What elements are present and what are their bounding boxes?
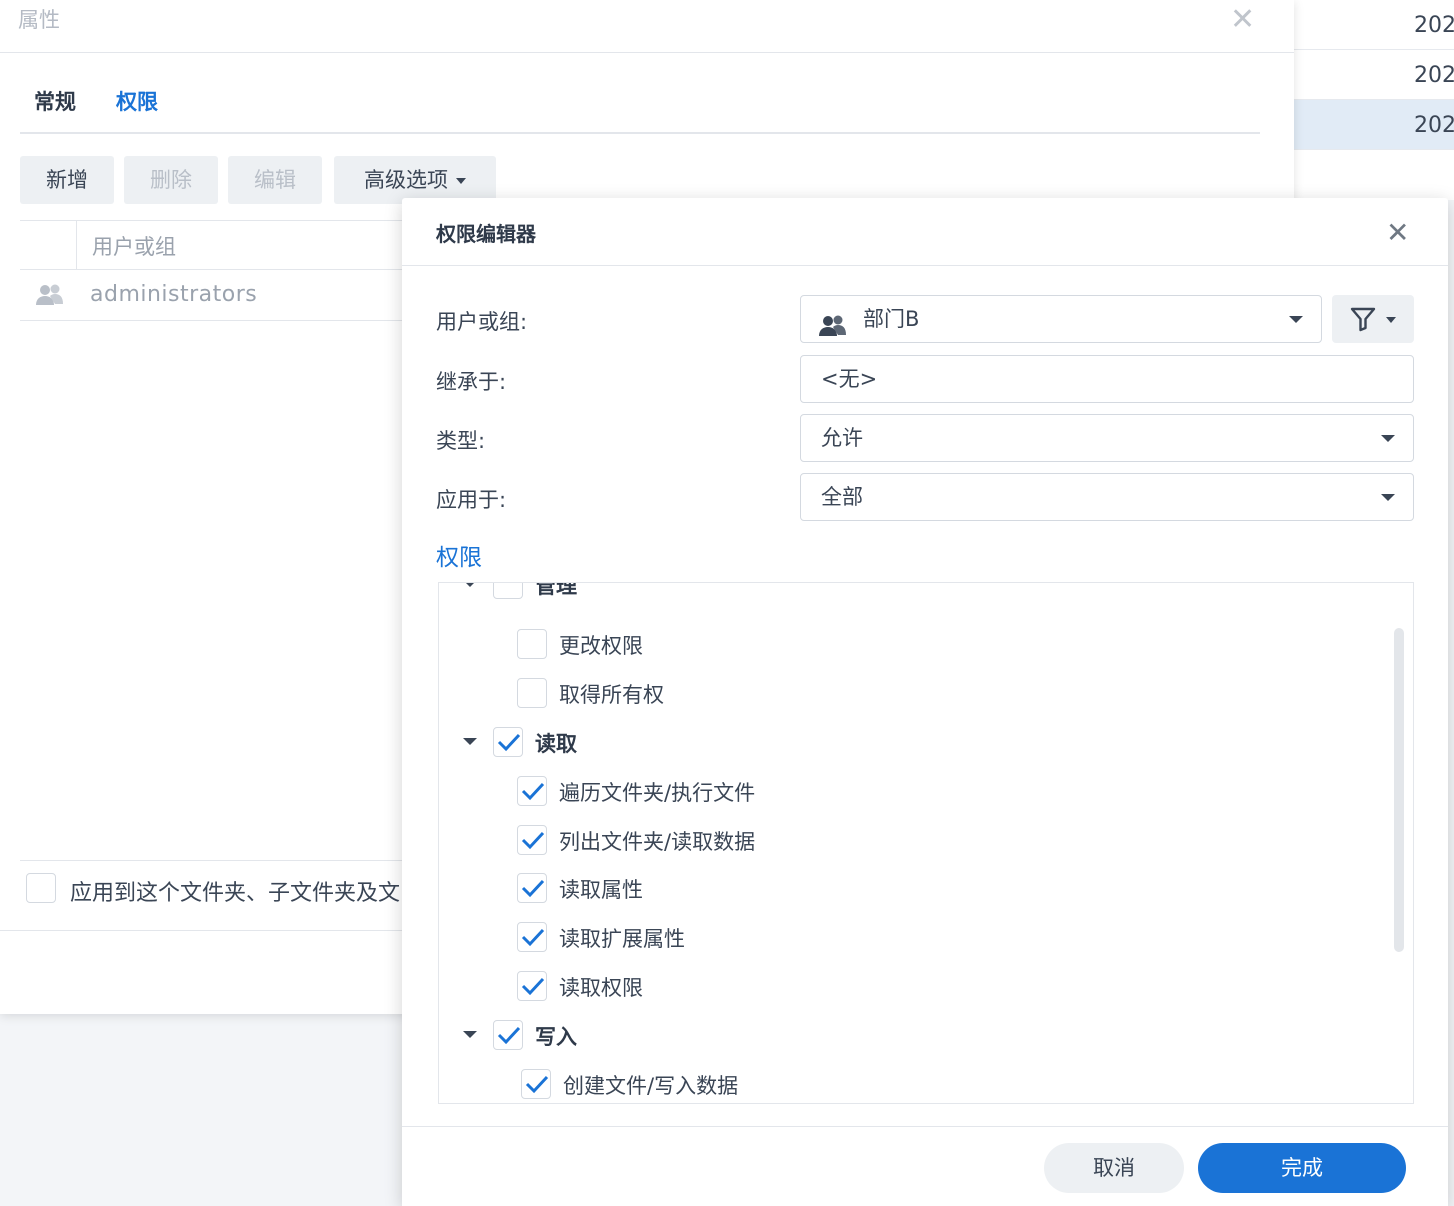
apply-to-label: 应用于: [436, 488, 507, 512]
checkmark-icon [521, 977, 545, 996]
permission-editor-dialog: 权限编辑器 ✕ 用户或组: 部门B 继承于: <无> 类型: 允许 应用于: 全… [402, 198, 1448, 1206]
list-item[interactable]: 202 [1294, 0, 1454, 50]
caret-down-icon [1289, 316, 1303, 323]
edit-button[interactable]: 编辑 [228, 156, 322, 204]
caret-down-icon [1381, 435, 1395, 442]
permission-checkbox[interactable] [517, 922, 547, 952]
list-item[interactable]: 202 [1294, 100, 1454, 150]
permission-checkbox[interactable] [517, 629, 547, 659]
divider [20, 132, 1260, 134]
divider [20, 860, 420, 861]
permission-checkbox[interactable] [517, 776, 547, 806]
divider [402, 265, 1448, 266]
checkmark-icon [521, 928, 545, 947]
tree-item[interactable]: 读取扩展属性 [439, 918, 1413, 958]
tree-scrollbar[interactable] [1394, 628, 1404, 952]
checkmark-icon [525, 1075, 549, 1094]
checkmark-icon [521, 782, 545, 801]
caret-down-icon [1381, 494, 1395, 501]
tree-item[interactable]: 更改权限 [439, 625, 1413, 665]
cancel-button[interactable]: 取消 [1044, 1143, 1184, 1193]
inherit-from-field: <无> [800, 355, 1414, 403]
done-button[interactable]: 完成 [1198, 1143, 1406, 1193]
tree-item[interactable]: 读取 [439, 723, 1413, 763]
advanced-options-button[interactable]: 高级选项 [334, 156, 496, 204]
permission-checkbox[interactable] [493, 583, 523, 599]
add-button[interactable]: 新增 [20, 156, 114, 204]
tree-item[interactable]: 取得所有权 [439, 674, 1413, 714]
tree-item[interactable]: 读取权限 [439, 967, 1413, 1007]
close-icon[interactable]: ✕ [1230, 2, 1255, 37]
group-icon [34, 283, 66, 311]
tree-item[interactable]: 写入 [439, 1016, 1413, 1056]
list-item[interactable]: 202 [1294, 50, 1454, 100]
tab-general[interactable]: 常规 [34, 86, 76, 116]
checkmark-icon [497, 733, 521, 752]
tree-item[interactable]: 列出文件夹/读取数据 [439, 821, 1413, 861]
expand-arrow-icon[interactable] [463, 583, 477, 587]
permission-tree: 管理 更改权限 取得所有权 读取 遍历文件夹/执行文件 列出文件夹/读取数据 读… [438, 582, 1414, 1104]
expand-arrow-icon[interactable] [463, 1031, 477, 1038]
checkmark-icon [521, 879, 545, 898]
window-title: 属性 [18, 8, 60, 32]
type-label: 类型: [436, 429, 486, 453]
permission-checkbox[interactable] [521, 1069, 551, 1099]
user-or-group-label: 用户或组: [436, 310, 528, 334]
divider [0, 930, 420, 931]
grid-header: 用户或组 [20, 220, 420, 270]
table-row[interactable]: administrators [20, 271, 420, 321]
tree-item-partial[interactable]: 管理 [439, 583, 1413, 605]
apply-to-subfolders-checkbox[interactable] [26, 873, 56, 903]
filter-button[interactable] [1332, 295, 1414, 343]
user-or-group-select[interactable]: 部门B [800, 295, 1322, 343]
permission-checkbox[interactable] [517, 873, 547, 903]
inherit-from-label: 继承于: [436, 370, 507, 394]
permission-checkbox[interactable] [517, 678, 547, 708]
delete-button[interactable]: 删除 [124, 156, 218, 204]
group-icon [817, 308, 849, 354]
permission-checkbox[interactable] [493, 727, 523, 757]
type-select[interactable]: 允许 [800, 414, 1414, 462]
caret-down-icon [1386, 317, 1396, 323]
permission-checkbox[interactable] [493, 1020, 523, 1050]
tree-item[interactable]: 创建文件/写入数据 [439, 1065, 1413, 1103]
close-icon[interactable]: ✕ [1386, 216, 1409, 249]
column-header-user-or-group[interactable]: 用户或组 [92, 231, 176, 261]
tree-item[interactable]: 遍历文件夹/执行文件 [439, 772, 1413, 812]
permission-checkbox[interactable] [517, 825, 547, 855]
checkmark-icon [497, 1026, 521, 1045]
permission-checkbox[interactable] [517, 971, 547, 1001]
expand-arrow-icon[interactable] [463, 738, 477, 745]
filter-icon [1350, 307, 1376, 332]
caret-down-icon [456, 178, 466, 184]
divider [402, 1126, 1448, 1127]
divider [0, 52, 1294, 53]
apply-to-subfolders-label: 应用到这个文件夹、子文件夹及文 [70, 881, 401, 906]
tree-item[interactable]: 读取属性 [439, 869, 1413, 909]
tab-permissions[interactable]: 权限 [116, 86, 158, 116]
background-file-list: 202 202 202 [1294, 0, 1454, 200]
checkmark-icon [521, 831, 545, 850]
grid-cell: administrators [90, 282, 258, 307]
dialog-title: 权限编辑器 [436, 222, 536, 246]
apply-to-select[interactable]: 全部 [800, 473, 1414, 521]
permissions-heading: 权限 [436, 545, 482, 571]
